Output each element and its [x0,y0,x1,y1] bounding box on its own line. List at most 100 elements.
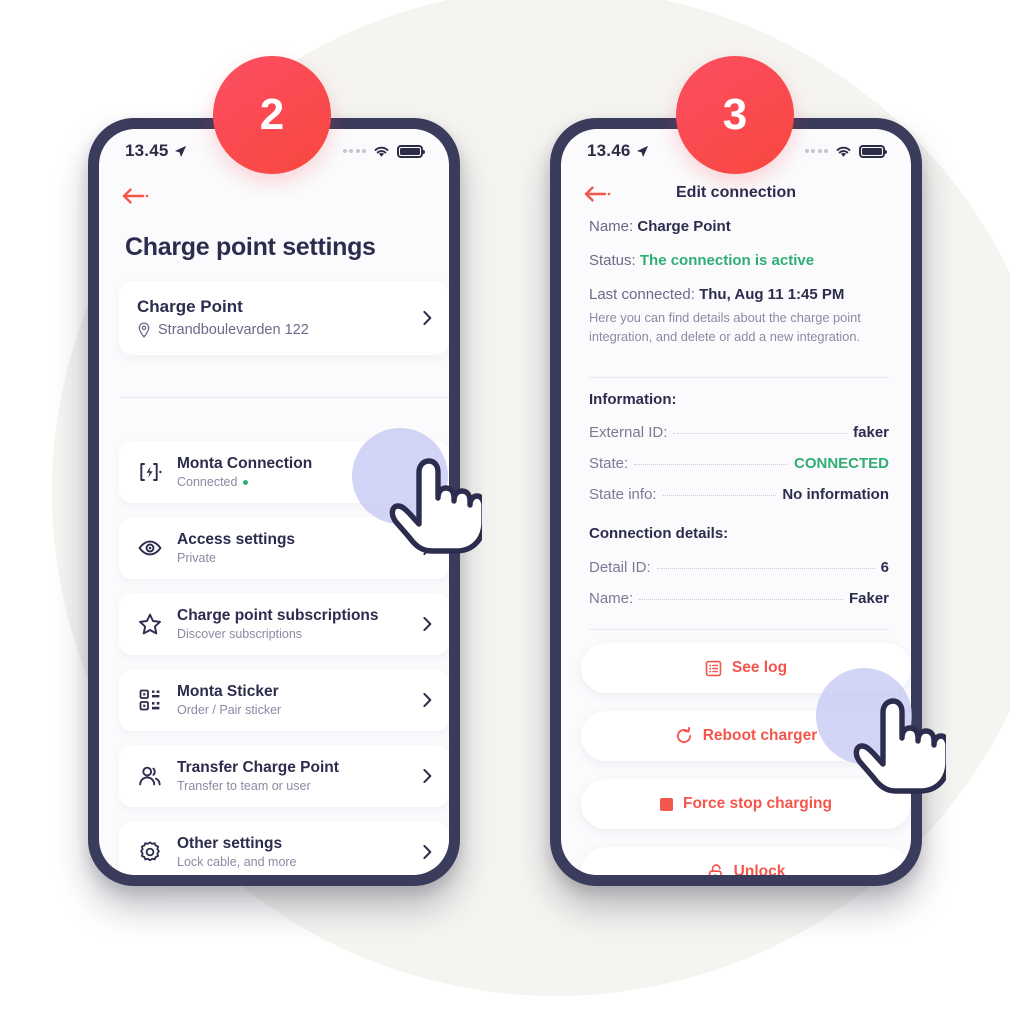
illustration-stage: 13.45 Charge point settings Charge Point… [0,0,1010,1010]
dotted-leader [673,432,848,434]
list-item-text: Other settings Lock cable, and more [177,835,431,870]
status-value: The connection is active [639,252,815,269]
battery-full-icon [859,144,887,158]
list-item[interactable]: Transfer Charge Point Transfer to team o… [119,745,449,807]
section-divider [589,377,889,378]
charge-point-name: Charge Point [137,297,243,316]
list-item[interactable]: Charge point subscriptions Discover subs… [119,593,449,655]
gear-icon [140,841,160,862]
map-pin-icon [138,322,150,339]
status-dot-connected [243,479,249,485]
status-time: 13.45 [125,141,169,160]
section-divider [589,629,889,630]
force-stop-label: Force stop charging [683,795,832,812]
step-badge-3-number: 3 [722,90,748,139]
list-item-subtitle: Transfer to team or user [177,779,431,793]
charge-bolt-icon [140,463,162,481]
chevron-right-icon [423,616,432,632]
battery-full-icon [397,144,425,158]
status-time-group: 13.46 [587,141,649,161]
info-value: faker [853,424,889,441]
list-item-subtitle-text: Discover subscriptions [177,627,303,642]
info-row: External ID: faker [589,424,889,441]
status-label: Status: [589,252,636,269]
list-item-title: Charge point subscriptions [177,606,379,624]
name-value: Charge Point [637,218,731,235]
wifi-icon [836,146,851,157]
page-title: Edit connection [676,184,796,201]
unlock-button[interactable]: Unlock [581,847,911,875]
detail-value: Faker [848,590,889,607]
list-item-subtitle-text: Connected [177,475,238,490]
status-time: 13.46 [587,141,631,160]
info-row: State: CONNECTED [589,455,889,472]
chevron-right-icon [423,768,432,784]
charge-point-card[interactable]: Charge Point Strandboulevarden 122 [119,281,449,356]
step-badge-3: 3 [676,56,794,174]
unlock-label: Unlock [733,863,786,875]
dotted-leader [662,494,777,496]
detail-row: Name: Faker [589,590,889,607]
hand-pointer-cursor [816,668,946,798]
refresh-icon [676,727,691,744]
detail-label: Name: [589,590,634,607]
step-badge-2-number: 2 [259,90,285,139]
dotted-leader [656,567,875,569]
dotted-leader [634,463,788,465]
detail-row: Detail ID: 6 [589,559,889,576]
signal-dots-icon [804,149,828,153]
info-label: External ID: [589,424,668,441]
last-connected-line: Last connected: Thu, Aug 11 1:45 PM [589,286,889,303]
description-text: Here you can find details about the char… [589,310,861,344]
list-item-title: Transfer Charge Point [177,758,339,776]
info-row: State info: No information [589,486,889,503]
status-time-group: 13.45 [125,141,187,161]
info-value: No information [782,486,889,503]
status-indicators [342,144,425,158]
connection-details-heading: Connection details: [589,525,729,542]
status-indicators [804,144,887,158]
list-item-title: Monta Sticker [177,682,279,700]
list-item-text: Charge point subscriptions Discover subs… [177,607,431,642]
list-item-subtitle: Order / Pair sticker [177,703,431,717]
hand-pointer-icon [853,698,946,794]
list-item[interactable]: Monta Sticker Order / Pair sticker [119,669,449,731]
location-arrow-icon [174,145,186,157]
charge-point-address: Strandboulevarden 122 [158,322,309,339]
location-arrow-icon [636,145,648,157]
detail-value: 6 [880,559,889,576]
back-arrow-icon[interactable] [121,185,151,207]
see-log-label: See log [731,659,788,676]
last-connected-label: Last connected: [589,286,695,303]
star-icon [139,613,161,635]
name-line: Name: Charge Point [589,218,889,235]
detail-label: Detail ID: [589,559,651,576]
list-item-text: Transfer Charge Point Transfer to team o… [177,759,431,794]
list-item-subtitle: Discover subscriptions [177,627,431,641]
unlock-icon [708,863,722,875]
stop-square-icon [660,797,673,811]
list-item-text: Monta Sticker Order / Pair sticker [177,683,431,718]
page-title: Charge point settings [125,233,376,261]
reboot-charger-label: Reboot charger [702,727,818,744]
list-item-subtitle-text: Order / Pair sticker [177,703,282,718]
hand-pointer-icon [389,458,482,554]
info-label: State info: [589,486,657,503]
screen-header: Edit connection [561,181,911,205]
list-item[interactable]: Other settings Lock cable, and more [119,821,449,875]
name-label: Name: [589,218,634,235]
list-item-subtitle-text: Private [177,551,216,566]
eye-icon [138,540,162,556]
information-heading: Information: [589,391,677,408]
users-icon [139,766,161,786]
list-item-title: Other settings [177,834,283,852]
info-value: CONNECTED [793,455,889,472]
section-divider [120,397,449,398]
list-item-subtitle-text: Lock cable, and more [177,855,297,870]
qr-code-icon [139,689,160,711]
list-item-subtitle-text: Transfer to team or user [177,779,311,794]
chevron-right-icon [423,844,432,860]
signal-dots-icon [342,149,366,153]
dotted-leader [639,598,843,600]
last-connected-value: Thu, Aug 11 1:45 PM [699,286,845,303]
